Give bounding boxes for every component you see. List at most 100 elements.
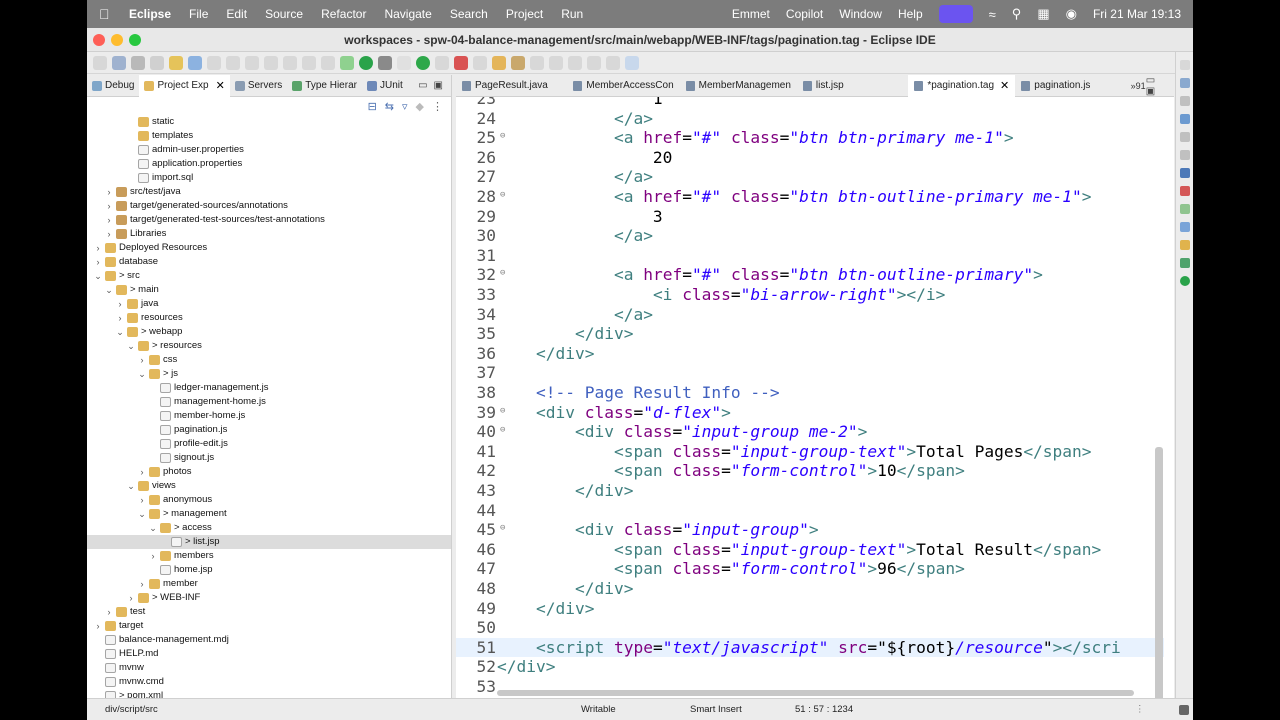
chevron-right-icon[interactable]: › (104, 185, 114, 199)
chevron-down-icon[interactable]: ⌄ (137, 507, 147, 521)
tree-folder-item[interactable]: › target/generated-test-sources/test-anno… (87, 213, 451, 227)
tree-folder-item[interactable]: ⌄ > resources (87, 339, 451, 353)
wifi-icon[interactable]: ≈ (989, 7, 996, 22)
horizontal-scrollbar[interactable] (497, 690, 1134, 696)
chevron-right-icon[interactable]: › (148, 549, 158, 563)
open-perspective-icon[interactable] (1179, 60, 1190, 70)
tree-folder-item[interactable]: › target (87, 619, 451, 633)
close-icon[interactable]: ✕ (216, 79, 225, 92)
chevron-down-icon[interactable]: ⌄ (126, 479, 136, 493)
chevron-down-icon[interactable]: ⌄ (104, 283, 114, 297)
tree-file-item[interactable]: import.sql (87, 171, 451, 185)
tree-folder-item[interactable]: › target/generated-sources/annotations (87, 199, 451, 213)
editor-tab[interactable]: *pagination.tag ✕ (908, 74, 1016, 97)
declaration-icon[interactable] (1179, 240, 1190, 250)
chevron-right-icon[interactable]: › (137, 493, 147, 507)
chevron-down-icon[interactable]: ⌄ (93, 269, 103, 283)
boot-dashboard-icon[interactable] (1179, 258, 1190, 268)
menu-edit[interactable]: Edit (226, 7, 247, 21)
close-icon[interactable]: ✕ (1000, 79, 1009, 92)
toggle-mark-icon[interactable] (169, 55, 183, 70)
open-type-icon[interactable] (492, 55, 506, 70)
editor-tab[interactable]: MemberAccessCon (567, 75, 679, 97)
menu-window[interactable]: Window (839, 7, 882, 21)
spotlight-search-icon[interactable]: ⚲ (1012, 6, 1022, 22)
tree-folder-item[interactable]: › resources (87, 311, 451, 325)
print-icon[interactable] (150, 55, 164, 70)
chevron-right-icon[interactable]: › (104, 227, 114, 241)
menu-refactor[interactable]: Refactor (321, 7, 366, 21)
chevron-right-icon[interactable]: › (137, 465, 147, 479)
tree-folder-item[interactable]: ⌄ > src (87, 269, 451, 283)
save-icon[interactable] (112, 55, 126, 70)
filter-icon[interactable]: ▿ (402, 100, 408, 113)
editor-tab[interactable]: pagination.js (1015, 75, 1126, 97)
tab-junit[interactable]: JUnit (362, 75, 408, 97)
chevron-down-icon[interactable]: ⌄ (137, 367, 147, 381)
tree-folder-item[interactable]: ⌄ views (87, 479, 451, 493)
view-menu-icon[interactable]: ⋮ (432, 100, 443, 113)
tree-file-item[interactable]: member-home.js (87, 409, 451, 423)
tree-file-item[interactable]: application.properties (87, 157, 451, 171)
terminate-icon[interactable] (264, 55, 278, 70)
vertical-scrollbar[interactable] (1155, 447, 1163, 698)
chevron-right-icon[interactable]: › (93, 619, 103, 633)
tree-folder-item[interactable]: › members (87, 549, 451, 563)
prev-annotation-icon[interactable] (568, 55, 582, 70)
chevron-down-icon[interactable]: ⌄ (126, 339, 136, 353)
editor-tab[interactable]: PageResult.java (456, 75, 567, 97)
menu-app-name[interactable]: Eclipse (129, 7, 171, 21)
tree-folder-item[interactable]: › photos (87, 465, 451, 479)
control-center-icon[interactable]: ▦ (1037, 6, 1049, 22)
apple-icon[interactable]:  (99, 6, 115, 22)
tree-file-item[interactable]: profile-edit.js (87, 437, 451, 451)
expressions-icon[interactable] (1179, 132, 1190, 142)
next-annotation-icon[interactable] (549, 55, 563, 70)
status-settings-icon[interactable]: ⋮ (1135, 704, 1145, 715)
search-icon[interactable] (530, 55, 544, 70)
tree-folder-item[interactable]: › anonymous (87, 493, 451, 507)
chevron-right-icon[interactable]: › (137, 577, 147, 591)
tree-file-item[interactable]: home.jsp (87, 563, 451, 577)
menu-file[interactable]: File (189, 7, 208, 21)
chevron-down-icon[interactable]: ⌄ (148, 521, 158, 535)
tree-folder-item[interactable]: › Deployed Resources (87, 241, 451, 255)
tree-folder-item[interactable]: static (87, 115, 451, 129)
editor-tab-overflow[interactable]: »91 (1131, 81, 1146, 91)
open-task-icon[interactable] (378, 55, 392, 70)
debug-icon[interactable] (397, 55, 411, 70)
chevron-right-icon[interactable]: › (115, 297, 125, 311)
editor-tab[interactable]: MemberManagemen (680, 75, 797, 97)
menubar-clock[interactable]: Fri 21 Mar 19:13 (1093, 7, 1181, 21)
terminal-icon[interactable] (188, 55, 202, 70)
tree-folder-item[interactable]: ⌄ > webapp (87, 325, 451, 339)
tree-folder-item[interactable]: › Libraries (87, 227, 451, 241)
new-file-icon[interactable] (93, 55, 107, 70)
tree-folder-item[interactable]: templates (87, 129, 451, 143)
back-icon[interactable] (587, 55, 601, 70)
tree-file-item[interactable]: > list.jsp (87, 535, 451, 549)
tree-folder-item[interactable]: ⌄ > access (87, 521, 451, 535)
menu-emmet[interactable]: Emmet (732, 7, 770, 21)
tree-file-item[interactable]: HELP.md (87, 647, 451, 661)
chevron-right-icon[interactable]: › (104, 605, 114, 619)
open-resource-icon[interactable] (511, 55, 525, 70)
pin-editor-icon[interactable] (625, 55, 639, 70)
menu-source[interactable]: Source (265, 7, 303, 21)
menu-help[interactable]: Help (898, 7, 923, 21)
chevron-right-icon[interactable]: › (115, 311, 125, 325)
chevron-right-icon[interactable]: › (93, 255, 103, 269)
menu-copilot[interactable]: Copilot (786, 7, 823, 21)
tab-type-hierarchy[interactable]: Type Hierar (287, 75, 362, 97)
siri-icon[interactable]: ◉ (1066, 6, 1077, 22)
coverage-icon[interactable] (435, 55, 449, 70)
suspend-icon[interactable] (245, 55, 259, 70)
tree-file-item[interactable]: admin-user.properties (87, 143, 451, 157)
tree-file-item[interactable]: management-home.js (87, 395, 451, 409)
external-tools-icon[interactable] (454, 55, 468, 70)
javadoc-icon[interactable] (1179, 222, 1190, 232)
tab-servers[interactable]: Servers (230, 75, 287, 97)
tree-folder-item[interactable]: ⌄ > js (87, 367, 451, 381)
chevron-right-icon[interactable]: › (104, 213, 114, 227)
tree-file-item[interactable]: mvnw (87, 661, 451, 675)
